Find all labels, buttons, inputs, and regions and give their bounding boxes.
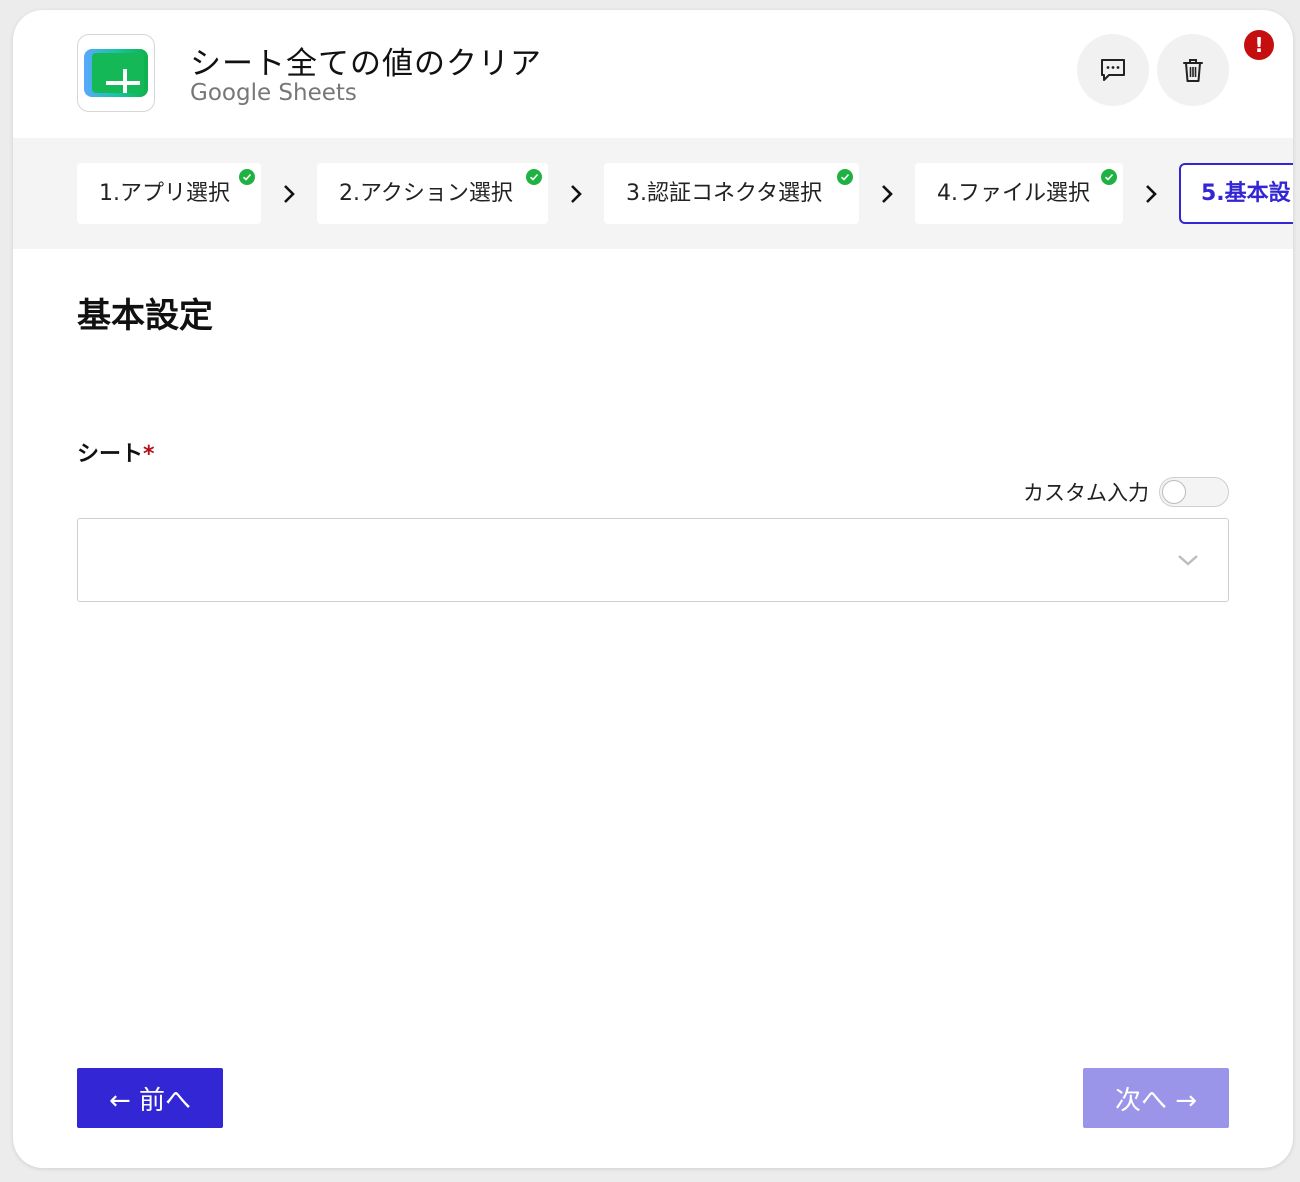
step-file-select[interactable]: 4.ファイル選択 <box>915 163 1123 224</box>
step-navigation: 1.アプリ選択 2.アクション選択 3.認証コネクタ選択 4.ファイル選択 5.… <box>13 138 1293 249</box>
chevron-down-icon <box>1178 555 1198 566</box>
sheet-field-label: シート* <box>77 436 155 468</box>
sheet-label-text: シート <box>77 442 144 467</box>
step-label: 5.基本設 <box>1201 181 1291 206</box>
next-button[interactable]: 次へ → <box>1083 1068 1229 1128</box>
dialog: シート全ての値のクリア Google Sheets ! 1.アプリ選択 2.アク… <box>13 10 1293 1168</box>
check-icon <box>1101 169 1117 185</box>
google-sheets-icon <box>77 34 155 112</box>
custom-input-toggle[interactable] <box>1159 477 1229 507</box>
page-title: シート全ての値のクリア <box>190 46 542 82</box>
step-label: 2.アクション選択 <box>339 181 513 206</box>
step-basic-settings[interactable]: 5.基本設 <box>1179 163 1293 224</box>
alert-icon: ! <box>1244 30 1274 60</box>
custom-input-label: カスタム入力 <box>1023 481 1149 505</box>
step-app-select[interactable]: 1.アプリ選択 <box>77 163 261 224</box>
trash-icon <box>1183 59 1203 82</box>
chevron-right-icon <box>571 185 582 203</box>
comment-button[interactable] <box>1077 34 1149 106</box>
check-icon <box>526 169 542 185</box>
chevron-right-icon <box>1146 185 1157 203</box>
required-marker: * <box>143 442 155 467</box>
step-action-select[interactable]: 2.アクション選択 <box>317 163 548 224</box>
prev-button[interactable]: ← 前へ <box>77 1068 223 1128</box>
step-label: 3.認証コネクタ選択 <box>626 181 823 206</box>
toggle-knob <box>1162 480 1186 504</box>
check-icon <box>239 169 255 185</box>
delete-button[interactable] <box>1157 34 1229 106</box>
chevron-right-icon <box>284 185 295 203</box>
check-icon <box>837 169 853 185</box>
comment-icon <box>1101 59 1125 81</box>
step-label: 4.ファイル選択 <box>937 181 1090 206</box>
section-title: 基本設定 <box>77 296 213 336</box>
step-connector-select[interactable]: 3.認証コネクタ選択 <box>604 163 859 224</box>
chevron-right-icon <box>882 185 893 203</box>
sheet-select[interactable] <box>77 518 1229 602</box>
app-name: Google Sheets <box>190 80 357 106</box>
custom-input-control: カスタム入力 <box>1023 476 1229 508</box>
step-label: 1.アプリ選択 <box>99 181 230 206</box>
